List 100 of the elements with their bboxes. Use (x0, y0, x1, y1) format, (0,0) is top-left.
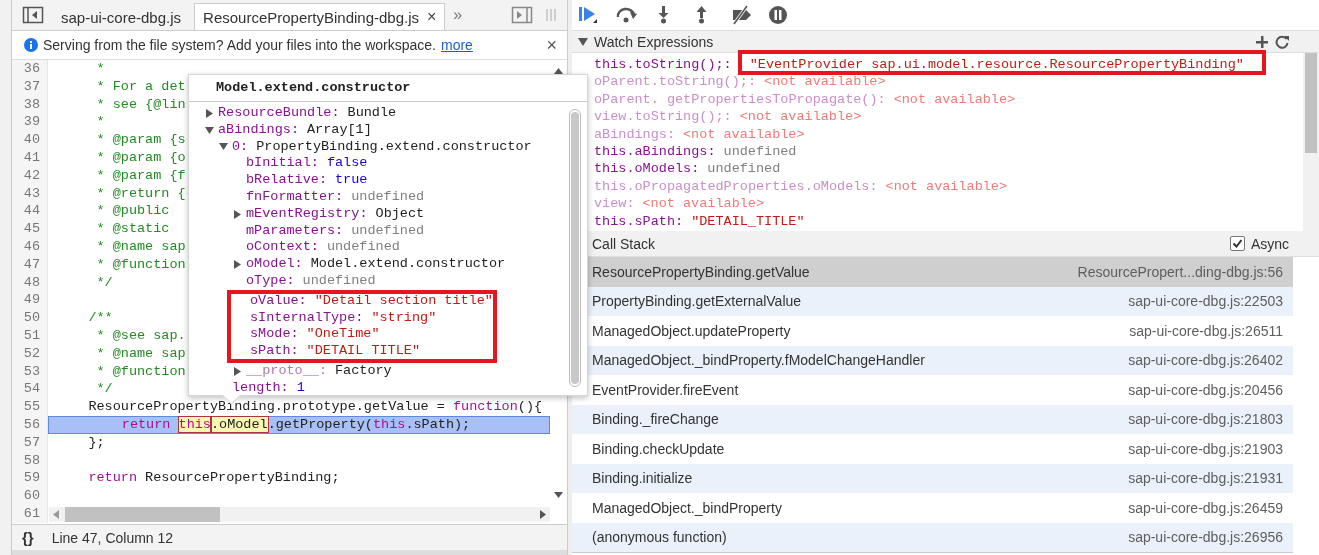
overflow-button[interactable]: » (449, 6, 467, 24)
property-name[interactable]: sMode: (250, 326, 299, 344)
property-name[interactable]: mParameters: (246, 222, 344, 240)
disclosure-icon[interactable] (233, 260, 242, 270)
line-number: 54 (12, 380, 48, 399)
source-location[interactable]: ResourcePropert...ding-dbg.js:56 (1077, 263, 1283, 280)
call-frame[interactable]: Binding.checkUpdate sap-ui-core-dbg.js:21903 (572, 434, 1293, 464)
function-name: ManagedObject._bindProperty (592, 499, 782, 516)
file-tab[interactable]: ResourcePropertyBinding-dbg.js × (194, 3, 446, 30)
property-name[interactable]: bInitial: (246, 155, 319, 173)
property-name[interactable]: fnFormatter: (246, 189, 344, 206)
call-frame[interactable]: Binding._fireChange sap-ui-core-dbg.js:21803 (572, 404, 1293, 434)
property-value: "string" (371, 309, 437, 327)
source-location[interactable]: sap-ui-core-dbg.js:26402 (1128, 352, 1283, 369)
property-name[interactable]: sPath: (250, 343, 299, 360)
line-number: 60 (12, 487, 48, 505)
function-name: ManagedObject._bindProperty.fModelChangeHandler (592, 352, 925, 369)
source-location[interactable]: sap-ui-core-dbg.js:20456 (1128, 381, 1283, 398)
disclosure-icon[interactable] (219, 142, 228, 152)
resume-icon[interactable] (578, 5, 600, 25)
function-name: Binding._fireChange (592, 411, 719, 428)
property-name[interactable]: oType: (246, 272, 295, 290)
section-title: Watch Expressions (594, 33, 714, 50)
source-location[interactable]: sap-ui-core-dbg.js:26956 (1128, 529, 1283, 546)
disclosure-icon[interactable] (233, 366, 242, 376)
source-location[interactable]: sap-ui-core-dbg.js:21931 (1128, 470, 1283, 487)
disclosure-icon[interactable] (233, 209, 242, 219)
checkbox[interactable] (1229, 236, 1245, 251)
code-line: * @param {f (95, 167, 186, 183)
info-message: Serving from the file system? Add your files into the workspace. (43, 37, 436, 53)
disclosure-icon[interactable] (205, 108, 214, 118)
drag-handle-icon[interactable] (545, 6, 557, 24)
function-name: EventProvider.fireEvent (592, 381, 739, 398)
property-value: undefined (351, 222, 425, 240)
watch-name[interactable]: this.oModels: (594, 161, 700, 177)
property-value: undefined (302, 272, 376, 290)
source-location[interactable]: sap-ui-core-dbg.js:21803 (1128, 411, 1283, 428)
scrollbar[interactable] (49, 507, 550, 522)
property-name[interactable]: 0: (232, 138, 249, 156)
watch-name[interactable]: this.sPath: (594, 213, 684, 229)
property-name[interactable]: oContext: (246, 239, 319, 257)
property-name[interactable]: oValue: (250, 292, 307, 310)
line-number: 44 (12, 202, 48, 221)
source-location[interactable]: sap-ui-core-dbg.js:26459 (1128, 499, 1283, 516)
scrollbar[interactable] (1303, 53, 1319, 231)
pause-icon[interactable] (768, 5, 790, 25)
code-line: ResourcePropertyBinding.prototype.getValue = function(){ (87, 399, 543, 415)
line-number: 39 (12, 113, 48, 132)
code-line: * (95, 114, 105, 130)
source-location[interactable]: sap-ui-core-dbg.js:22503 (1128, 293, 1283, 310)
property-name[interactable]: ResourceBundle: (218, 105, 340, 122)
property-value: "DETAIL TITLE" (306, 343, 421, 360)
disclosure-icon[interactable] (205, 125, 214, 135)
section-title: Call Stack (592, 235, 656, 252)
property-value: PropertyBinding.extend.constructor (256, 138, 532, 156)
code-line: * see {@lin (95, 96, 186, 112)
add-icon[interactable] (1255, 34, 1269, 49)
info-icon (24, 38, 38, 52)
property-value: Model.extend.constructor (310, 256, 506, 273)
property-value: undefined (351, 189, 425, 206)
code-line: * @function (95, 363, 186, 379)
call-frame[interactable]: (anonymous function) sap-ui-core-dbg.js:26956 (572, 522, 1293, 552)
source-location[interactable]: sap-ui-core-dbg.js:26511 (1129, 322, 1283, 339)
pretty-print-button[interactable]: {} (22, 529, 34, 546)
watch-name[interactable]: this.aBindings: (594, 143, 716, 159)
code-line: * @return { (95, 185, 186, 201)
property-name[interactable]: mEventRegistry: (246, 205, 368, 223)
code-line: * @public (95, 203, 170, 219)
property-name[interactable]: length: (232, 379, 289, 397)
panel-toggle-icon[interactable] (511, 6, 533, 24)
call-frame[interactable]: ManagedObject._bindProperty sap-ui-core-dbg.js:26459 (572, 493, 1293, 523)
more-link[interactable]: more (440, 37, 473, 53)
section-header[interactable]: Watch Expressions (572, 31, 1319, 53)
watch-name[interactable]: this.toString();: (594, 57, 732, 72)
function-name: Binding.checkUpdate (592, 440, 725, 457)
step-over-icon[interactable] (616, 5, 638, 25)
close-button[interactable]: × (427, 8, 437, 26)
scroll-right-icon[interactable] (540, 510, 546, 519)
sidebar-toggle-icon[interactable] (22, 6, 44, 24)
scroll-thumb[interactable] (1305, 53, 1317, 153)
line-number: 55 (12, 398, 48, 416)
watch-value: <not available> (739, 109, 862, 125)
refresh-icon[interactable] (1275, 34, 1289, 49)
call-frame[interactable]: Binding.initialize sap-ui-core-dbg.js:21931 (572, 463, 1293, 493)
property-value: Array[1] (307, 121, 372, 139)
property-name[interactable]: bRelative: (246, 172, 327, 189)
disclosure-icon[interactable] (578, 36, 588, 47)
property-name[interactable]: aBindings: (218, 121, 299, 139)
watch-value: "EventProvider sap.ui.model.resource.ResourcePropertyBinding" (749, 57, 1244, 72)
function-name: ResourcePropertyBinding.getValue (592, 263, 810, 280)
property-name[interactable]: sInternalType: (250, 309, 364, 327)
breakpoint-off-icon[interactable] (730, 5, 752, 25)
property-name[interactable]: oModel: (246, 256, 303, 273)
code-line: return this.oModel.getProperty(this.sPath); (120, 416, 471, 432)
watch-value: <not available> (885, 178, 1008, 194)
file-tab[interactable]: sap-ui-core-dbg.js (52, 3, 191, 30)
scroll-thumb[interactable] (65, 507, 220, 522)
source-location[interactable]: sap-ui-core-dbg.js:21903 (1128, 440, 1283, 457)
scroll-down-icon[interactable] (554, 492, 563, 498)
close-button[interactable]: × (546, 34, 557, 56)
